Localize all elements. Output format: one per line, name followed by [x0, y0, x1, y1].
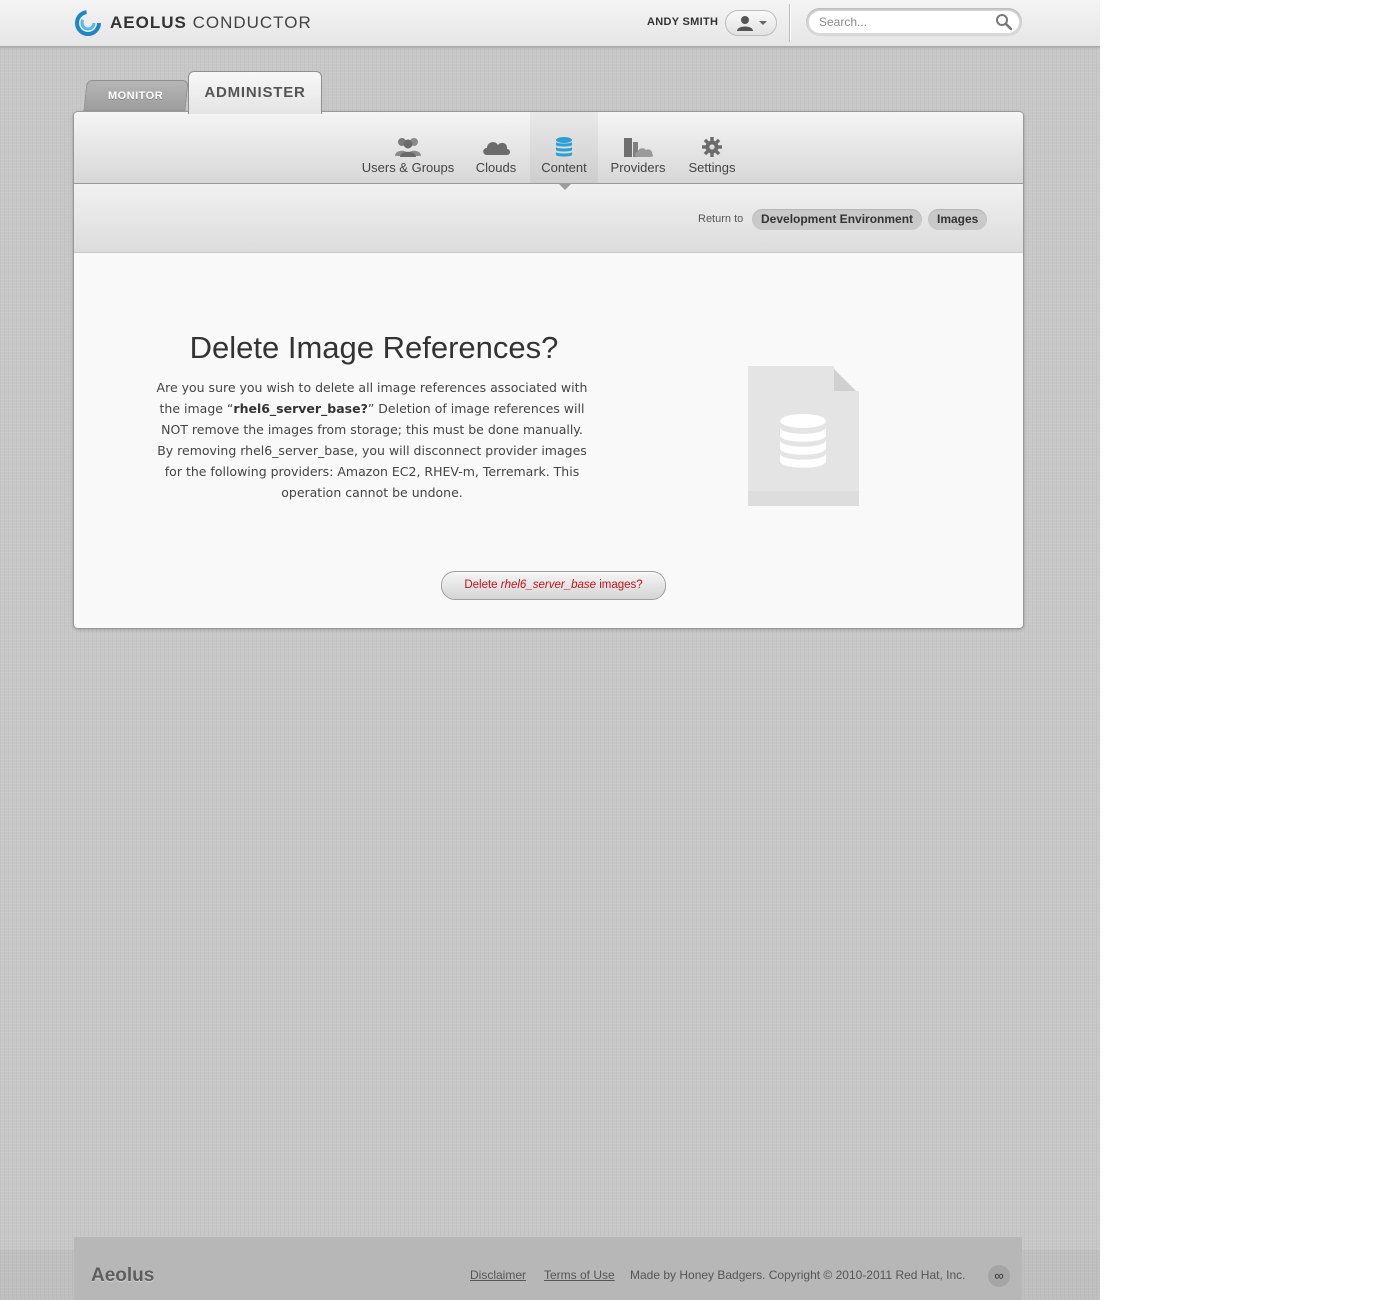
cloud-icon — [483, 142, 510, 155]
brand-name: AEOLUS CONDUCTOR — [110, 13, 312, 33]
image-name: rhel6_server_base? — [233, 401, 368, 416]
breadcrumb-development-environment[interactable]: Development Environment — [752, 209, 923, 230]
aeolus-logo-icon — [75, 10, 101, 36]
brand-name-bold: AEOLUS — [110, 13, 187, 32]
user-name: ANDY SMITH — [647, 16, 719, 28]
nav-item-content[interactable]: Content — [530, 112, 598, 183]
return-to-label: Return to — [698, 213, 744, 225]
tab-administer[interactable]: ADMINISTER — [188, 71, 322, 114]
nav-item-clouds[interactable]: Clouds — [466, 112, 526, 183]
nav-item-settings[interactable]: Settings — [680, 112, 744, 183]
button-prefix: Delete — [464, 579, 501, 591]
footer: Aeolus Disclaimer Terms of Use Made by H… — [74, 1237, 1022, 1300]
nav-item-label: Clouds — [475, 160, 517, 175]
search-box — [806, 8, 1022, 36]
providers-icon — [624, 138, 654, 157]
user-menu-button[interactable] — [725, 10, 777, 36]
nav-item-users-groups[interactable]: Users & Groups — [358, 112, 458, 183]
active-nav-pointer — [558, 183, 572, 190]
footer-link-terms-of-use[interactable]: Terms of Use — [544, 1268, 615, 1282]
button-suffix: images? — [596, 579, 643, 591]
brand-logo[interactable]: AEOLUS CONDUCTOR — [74, 8, 312, 38]
nav-item-label: Settings — [688, 160, 736, 175]
app-window: AEOLUS CONDUCTOR ANDY SMITH MONITOR ADMI… — [0, 0, 1100, 1300]
breadcrumb-images[interactable]: Images — [928, 209, 988, 230]
main-panel: Users & Groups Clouds Content Providers … — [73, 111, 1024, 629]
nav-item-label: Users & Groups — [361, 160, 455, 175]
infinity-icon[interactable]: ∞ — [988, 1265, 1010, 1287]
database-icon — [556, 137, 572, 157]
delete-confirmation: Delete Image References? Are you sure yo… — [74, 253, 1023, 628]
search-input[interactable] — [809, 11, 1019, 33]
top-bar: AEOLUS CONDUCTOR ANDY SMITH — [0, 0, 1100, 47]
footer-link-disclaimer[interactable]: Disclaimer — [470, 1268, 526, 1282]
nav-item-label: Content — [541, 160, 587, 175]
footer-copyright: Made by Honey Badgers. Copyright © 2010-… — [630, 1268, 966, 1282]
nav-item-providers[interactable]: Providers — [606, 112, 670, 183]
breadcrumb: Return to Development Environment Images — [74, 184, 1023, 253]
tab-monitor-label: MONITOR — [108, 90, 164, 102]
nav-item-label: Providers — [610, 160, 666, 175]
database-document-icon — [748, 366, 859, 506]
footer-brand: Aeolus — [91, 1265, 155, 1286]
search-icon[interactable] — [995, 13, 1013, 31]
page-title: Delete Image References? — [189, 330, 559, 365]
sub-navigation: Users & Groups Clouds Content Providers … — [74, 112, 1023, 184]
chevron-down-icon — [758, 21, 767, 25]
divider — [789, 4, 790, 42]
gear-icon — [702, 137, 722, 157]
delete-images-button[interactable]: Delete rhel6_server_base images? — [441, 571, 666, 600]
users-icon — [395, 138, 421, 157]
tab-monitor[interactable]: MONITOR — [83, 80, 189, 112]
user-icon — [736, 16, 753, 31]
brand-name-light: CONDUCTOR — [192, 13, 312, 32]
confirmation-message: Are you sure you wish to delete all imag… — [156, 377, 588, 503]
button-image-name: rhel6_server_base — [500, 579, 597, 591]
